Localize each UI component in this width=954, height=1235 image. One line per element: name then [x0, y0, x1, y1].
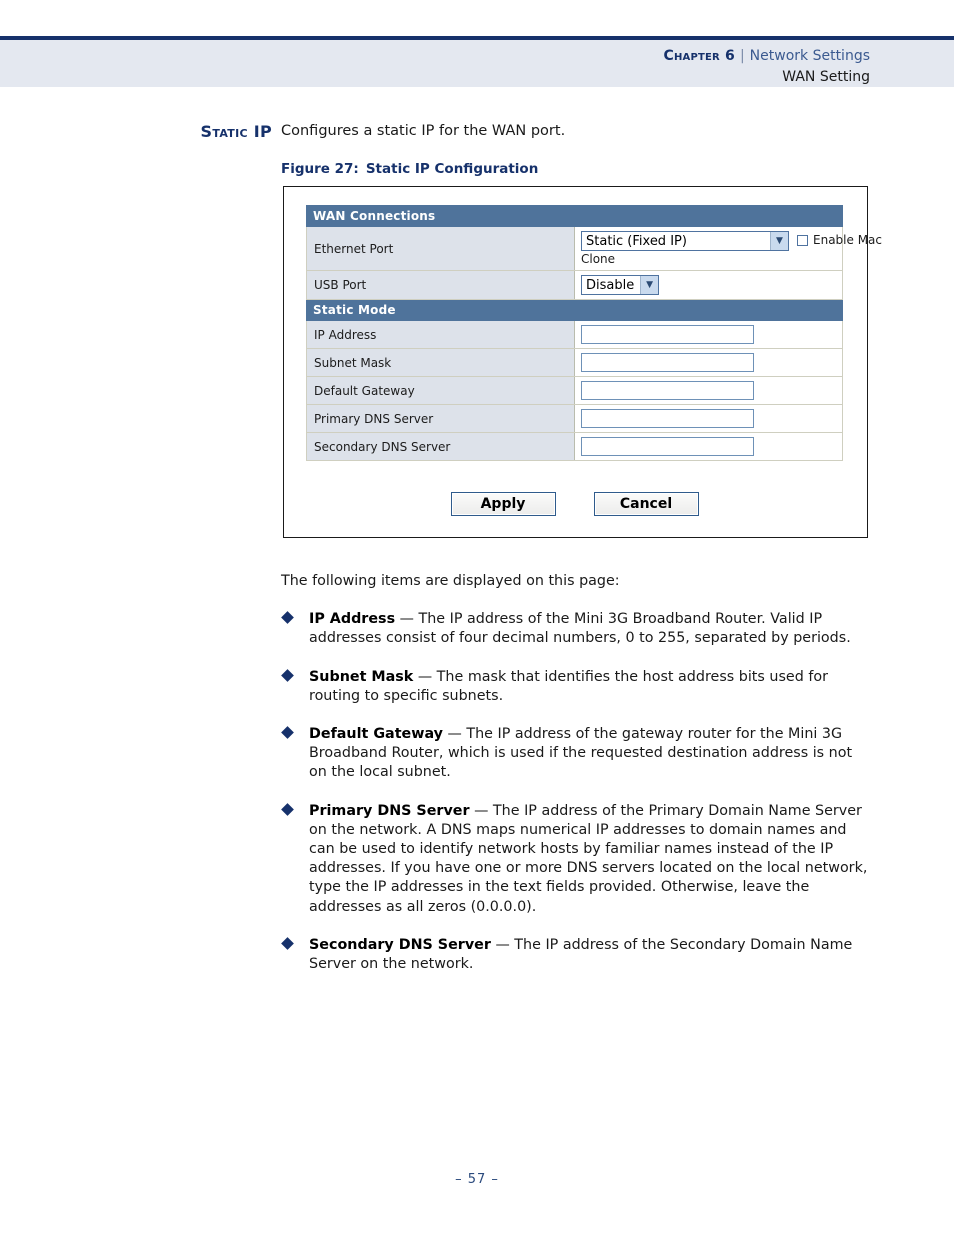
list-item: Primary DNS Server — The IP address of t… [281, 802, 873, 917]
ethernet-port-select-value: Static (Fixed IP) [586, 233, 687, 249]
list-item-term: IP Address [309, 611, 396, 628]
table-row-subnet-mask: Subnet Mask [306, 348, 843, 377]
header-separator: | [739, 48, 745, 64]
value-ethernet-port: Static (Fixed IP) ▼ Clone Enable Mac [574, 226, 882, 271]
page-header: Chapter 6 | Network Settings WAN Setting [0, 36, 954, 87]
header-section-label: Network Settings [749, 48, 870, 64]
usb-port-select[interactable]: Disable ▼ [581, 275, 659, 295]
subnet-mask-input[interactable] [581, 353, 754, 372]
definition-list: IP Address — The IP address of the Mini … [281, 610, 873, 974]
value-subnet-mask [574, 348, 843, 377]
body-copy: The following items are displayed on thi… [281, 572, 873, 974]
figure-frame: WAN Connections Ethernet Port Static (Fi… [283, 186, 882, 538]
panel-action-bar: Apply Cancel [306, 492, 843, 516]
header-chapter-label: Chapter 6 [663, 48, 735, 64]
chevron-down-icon: ▼ [640, 276, 658, 294]
ethernet-port-select[interactable]: Static (Fixed IP) ▼ [581, 231, 789, 251]
table-row-usb-port: USB Port Disable ▼ [306, 270, 843, 300]
secondary-dns-server-input[interactable] [581, 437, 754, 456]
value-usb-port: Disable ▼ [574, 270, 843, 300]
list-item-term: Primary DNS Server [309, 802, 470, 819]
label-ip-address: IP Address [306, 320, 575, 349]
list-item-term: Default Gateway [309, 726, 443, 743]
list-item-term: Secondary DNS Server [309, 936, 491, 953]
ethernet-port-controls: Static (Fixed IP) ▼ Clone Enable Mac [581, 231, 882, 266]
mac-clone-wrap-text: Clone [581, 252, 616, 266]
ethernet-port-select-wrap: Static (Fixed IP) ▼ Clone [581, 231, 789, 266]
label-secondary-dns-server: Secondary DNS Server [306, 432, 575, 461]
value-primary-dns-server [574, 404, 843, 433]
diamond-bullet-icon [281, 936, 294, 950]
list-item: Subnet Mask — The mask that identifies t… [281, 668, 873, 706]
table-row-ip-address: IP Address [306, 320, 843, 349]
section-header-wan-connections-label: WAN Connections [306, 205, 843, 227]
header-subsection-label: WAN Setting [782, 69, 870, 85]
ip-address-input[interactable] [581, 325, 754, 344]
section-header-static-mode-label: Static Mode [306, 299, 843, 321]
table-row-default-gateway: Default Gateway [306, 376, 843, 405]
section-header-wan-connections: WAN Connections [306, 205, 843, 227]
side-heading: Static IP [200, 122, 272, 141]
list-item-description: — The IP address of the Primary Domain N… [309, 802, 868, 915]
enable-mac-clone-checkbox[interactable] [797, 235, 808, 246]
figure-title: Static IP Configuration [365, 161, 539, 177]
cancel-button[interactable]: Cancel [593, 492, 699, 516]
usb-port-select-value: Disable [586, 277, 635, 293]
list-item: Secondary DNS Server — The IP address of… [281, 936, 873, 974]
table-row-primary-dns-server: Primary DNS Server [306, 404, 843, 433]
diamond-bullet-icon [281, 611, 294, 625]
label-default-gateway: Default Gateway [306, 376, 575, 405]
apply-button[interactable]: Apply [450, 492, 556, 516]
lead-paragraph: The following items are displayed on thi… [281, 573, 620, 589]
page-footer: – 57 – [455, 1172, 499, 1187]
label-subnet-mask: Subnet Mask [306, 348, 575, 377]
value-ip-address [574, 320, 843, 349]
label-usb-port: USB Port [306, 270, 575, 300]
default-gateway-input[interactable] [581, 381, 754, 400]
label-ethernet-port: Ethernet Port [306, 226, 575, 271]
section-header-static-mode: Static Mode [306, 299, 843, 321]
diamond-bullet-icon [281, 668, 294, 682]
wan-settings-table: WAN Connections Ethernet Port Static (Fi… [306, 205, 882, 461]
table-row-secondary-dns-server: Secondary DNS Server [306, 432, 843, 461]
intro-paragraph: Configures a static IP for the WAN port. [281, 123, 566, 139]
header-chapter-line: Chapter 6 | Network Settings [663, 46, 870, 67]
list-item: Default Gateway — The IP address of the … [281, 725, 873, 783]
diamond-bullet-icon [281, 802, 294, 816]
list-item-term: Subnet Mask [309, 668, 414, 685]
value-secondary-dns-server [574, 432, 843, 461]
enable-mac-clone-checkbox-group[interactable]: Enable Mac [797, 231, 882, 247]
chevron-down-icon: ▼ [770, 232, 788, 250]
enable-mac-clone-label: Enable Mac [813, 233, 882, 247]
table-row-ethernet-port: Ethernet Port Static (Fixed IP) ▼ Clone [306, 226, 882, 271]
label-primary-dns-server: Primary DNS Server [306, 404, 575, 433]
primary-dns-server-input[interactable] [581, 409, 754, 428]
header-text-block: Chapter 6 | Network Settings WAN Setting [663, 46, 870, 88]
diamond-bullet-icon [281, 726, 294, 739]
value-default-gateway [574, 376, 843, 405]
list-item: IP Address — The IP address of the Mini … [281, 610, 873, 648]
figure-caption: Figure 27: Static IP Configuration [281, 161, 538, 177]
figure-number: Figure 27: [281, 161, 359, 177]
router-config-panel: WAN Connections Ethernet Port Static (Fi… [306, 205, 882, 461]
